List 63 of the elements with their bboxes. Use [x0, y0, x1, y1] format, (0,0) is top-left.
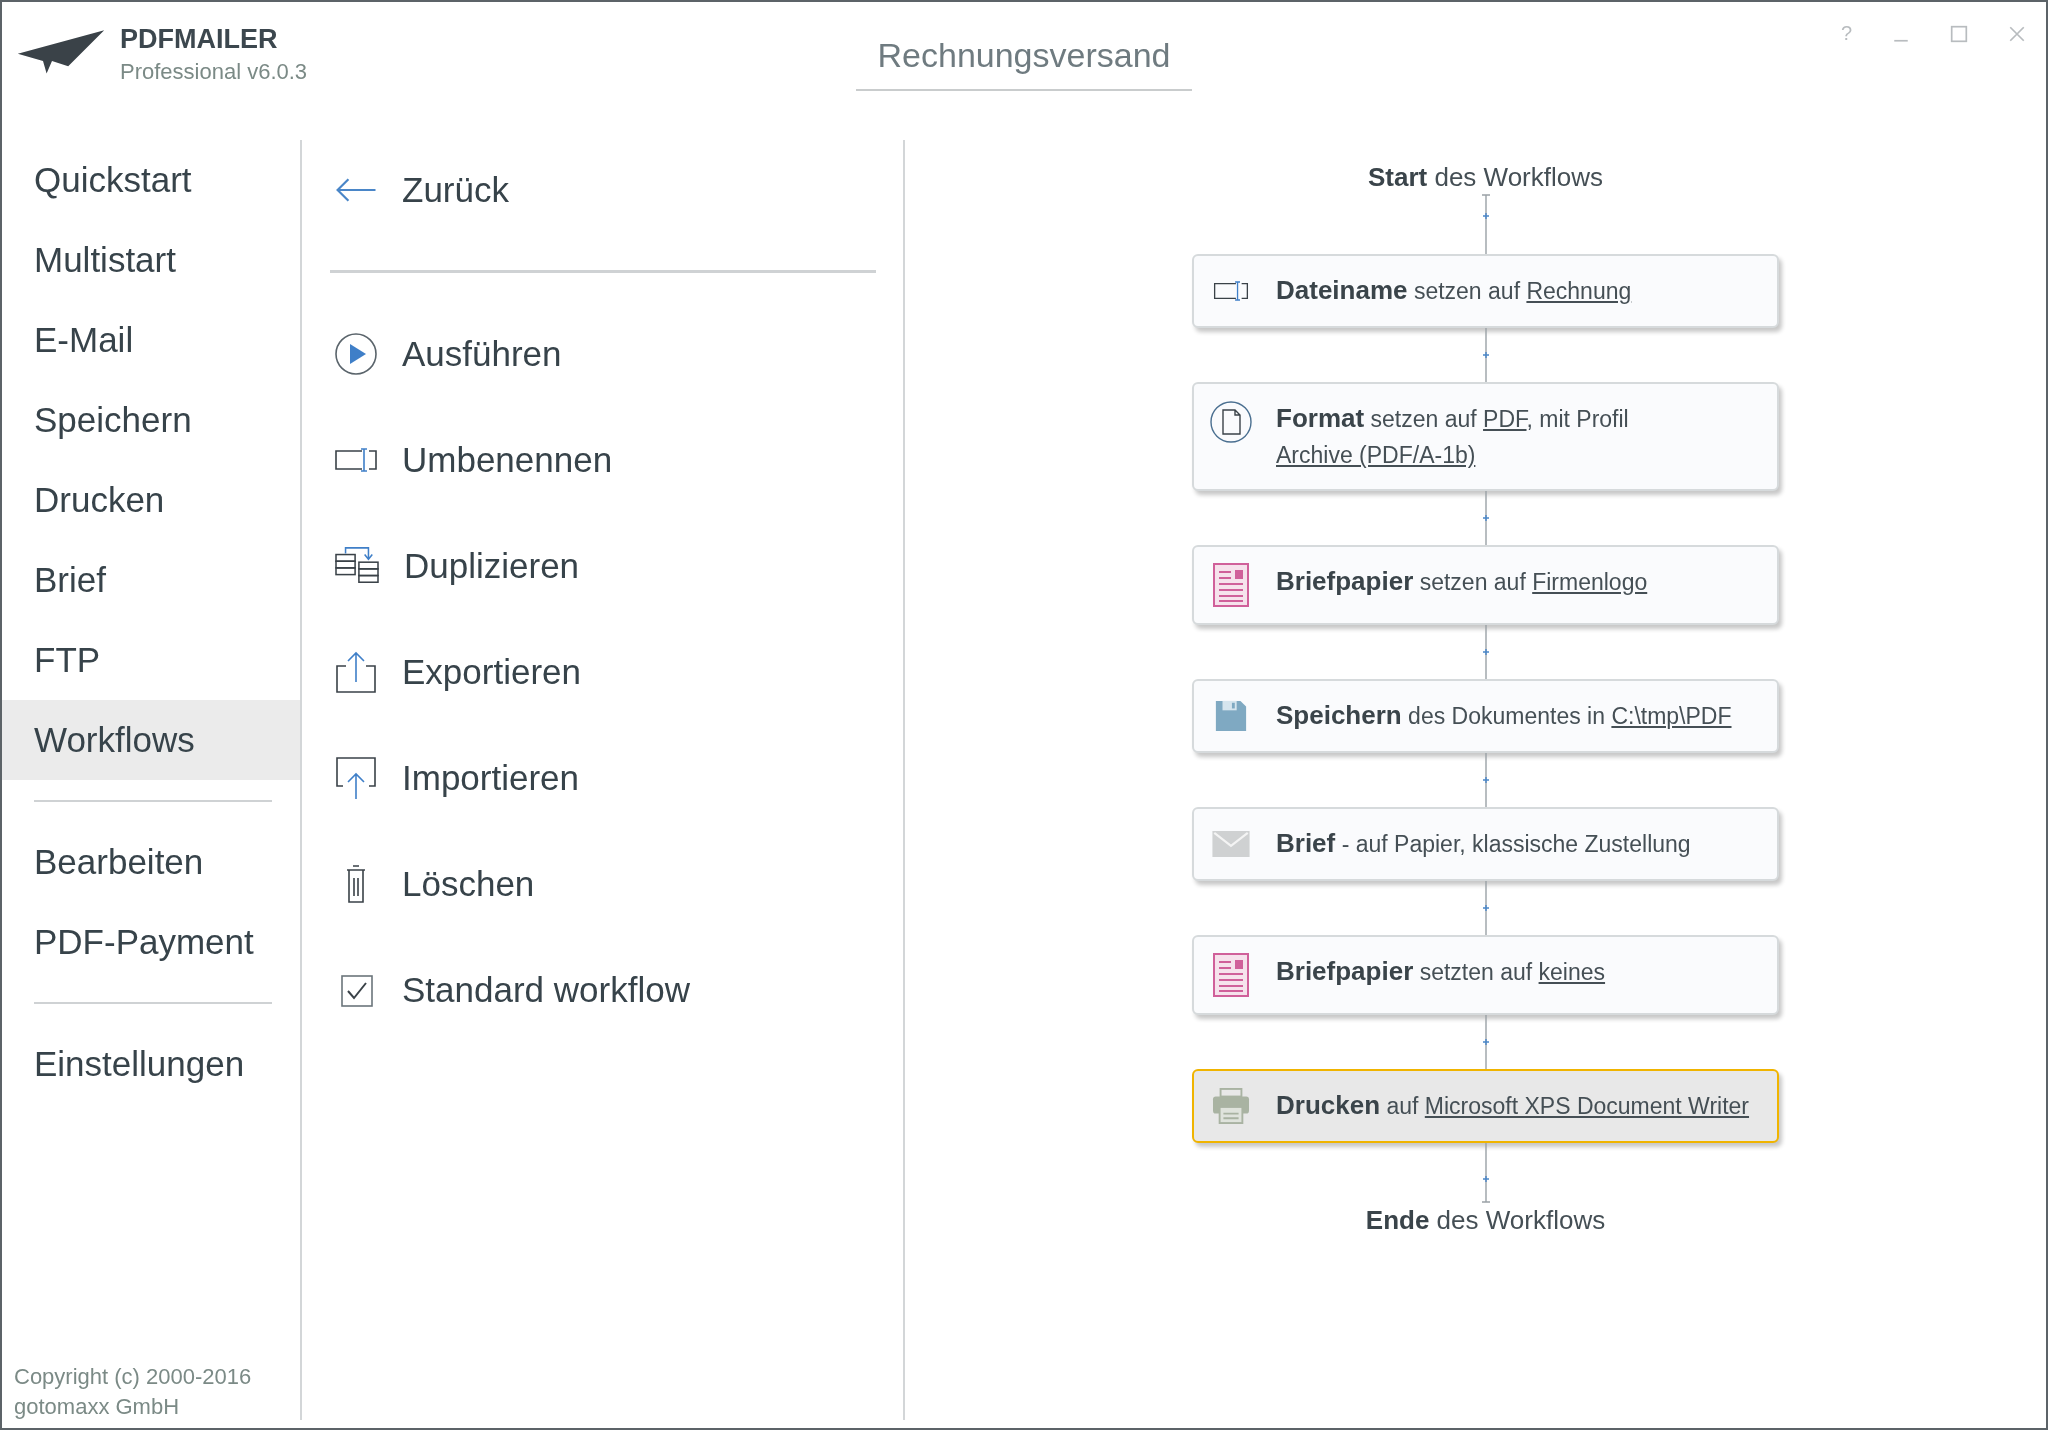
- standard-checkbox[interactable]: Standard workflow: [330, 937, 876, 1043]
- document-circle-icon: [1209, 400, 1253, 444]
- step-description: Briefpapier setzen auf Firmenlogo: [1276, 565, 1648, 598]
- nav-item[interactable]: PDF-Payment: [2, 902, 300, 982]
- action-item[interactable]: Ausführen: [330, 301, 876, 407]
- workflow-start-label: Start des Workflows: [1367, 161, 1603, 194]
- import-box-icon: [334, 756, 378, 800]
- workflow-step-card[interactable]: Drucken auf Microsoft XPS Document Writer: [1192, 1069, 1779, 1143]
- step-description: Dateiname setzen auf Rechnung: [1276, 274, 1632, 307]
- step-option-link[interactable]: Firmenlogo: [1532, 569, 1648, 595]
- step-description: Drucken auf Microsoft XPS Document Writer: [1276, 1089, 1750, 1122]
- play-icon: [334, 332, 378, 376]
- app-edition: Professional v6.0.3: [120, 59, 308, 85]
- workflow-step-card[interactable]: Brief - auf Papier, klassische Zustellung: [1192, 807, 1779, 881]
- close-icon[interactable]: [2008, 24, 2026, 43]
- workflow-step-card[interactable]: Dateiname setzen auf Rechnung: [1192, 254, 1779, 328]
- app-name: PDFMAILER: [120, 24, 279, 55]
- left-arrow-icon: [334, 177, 378, 203]
- letterhead-icon: [1213, 563, 1249, 607]
- envelope-icon: [1212, 831, 1250, 857]
- step-option-link[interactable]: Archive (PDF/A-1b): [1276, 442, 1476, 468]
- action-item[interactable]: Importieren: [330, 725, 876, 831]
- step-description: Speichern des Dokumentes in C:\tmp\PDF: [1276, 699, 1732, 732]
- workflow-end-label: Ende des Workflows: [1365, 1204, 1606, 1237]
- maximize-icon[interactable]: [1950, 24, 1968, 43]
- step-option-link[interactable]: Rechnung: [1526, 278, 1632, 304]
- step-option-link[interactable]: C:\tmp\PDF: [1611, 703, 1732, 729]
- step-description: Briefpapier setzten auf keines: [1276, 955, 1606, 988]
- nav-item[interactable]: Workflows: [2, 700, 300, 780]
- rename-field-icon: [334, 447, 378, 473]
- rename-field-icon: [1213, 280, 1249, 302]
- step-option-link[interactable]: Microsoft XPS Document Writer: [1424, 1093, 1750, 1119]
- action-item[interactable]: Exportieren: [330, 619, 876, 725]
- step-description: Brief - auf Papier, klassische Zustellung: [1276, 827, 1691, 860]
- action-item[interactable]: Duplizieren: [330, 513, 876, 619]
- connector-line: [1479, 1143, 1492, 1203]
- window-title: Rechnungsversand: [855, 32, 1193, 91]
- copyright-text: gotomaxx GmbH: [14, 1394, 181, 1420]
- back-button[interactable]: Zurück: [330, 150, 876, 230]
- workflow-step-card[interactable]: Briefpapier setzen auf Firmenlogo: [1192, 545, 1779, 625]
- nav-item[interactable]: Bearbeiten: [2, 822, 300, 902]
- nav-item[interactable]: FTP: [2, 620, 300, 700]
- nav-item[interactable]: E-Mail: [2, 300, 300, 380]
- workflow-step-card[interactable]: Briefpapier setzten auf keines: [1192, 935, 1779, 1015]
- nav-item[interactable]: Einstellungen: [2, 1024, 300, 1104]
- workflow-step-card[interactable]: Format setzen auf PDF, mit Profil Archive (PDF/A-1b): [1192, 382, 1779, 491]
- action-item[interactable]: Umbenennen: [330, 407, 876, 513]
- nav-item[interactable]: Speichern: [2, 380, 300, 460]
- step-option-link[interactable]: PDF: [1483, 406, 1527, 432]
- nav-item[interactable]: Multistart: [2, 220, 300, 300]
- action-item[interactable]: Löschen: [330, 831, 876, 937]
- workflow-step-card[interactable]: Speichern des Dokumentes in C:\tmp\PDF: [1192, 679, 1779, 753]
- connector-line: [1479, 194, 1492, 254]
- export-box-icon: [334, 650, 378, 694]
- nav-item[interactable]: Drucken: [2, 460, 300, 540]
- step-description: Format setzen auf PDF, mit Profil Archive (PDF/A-1b): [1276, 402, 1630, 470]
- nav-item[interactable]: Brief: [2, 540, 300, 620]
- printer-icon: [1212, 1088, 1250, 1124]
- step-option-link[interactable]: keines: [1538, 959, 1606, 985]
- copyright-text: Copyright (c) 2000-2016: [14, 1364, 253, 1390]
- nav-item[interactable]: Quickstart: [2, 140, 300, 220]
- paper-plane-logo-icon: [16, 28, 106, 74]
- letterhead-icon: [1213, 953, 1249, 997]
